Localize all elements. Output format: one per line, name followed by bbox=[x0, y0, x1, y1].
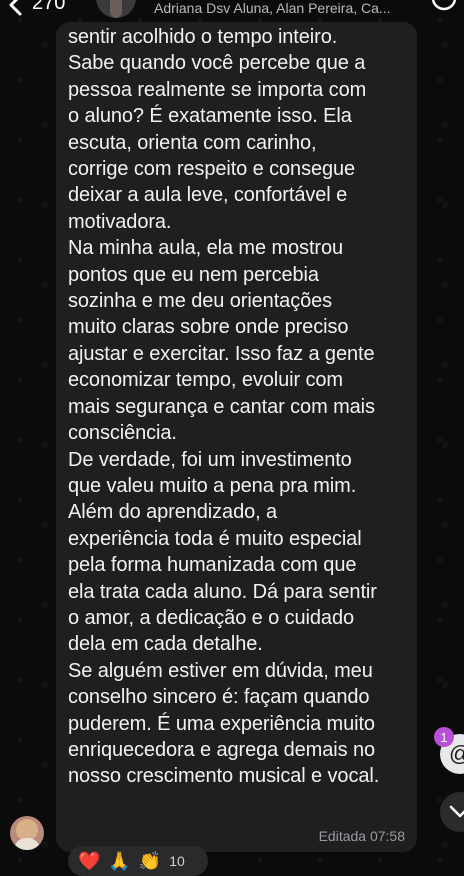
reaction-clap: 👏 bbox=[138, 850, 162, 871]
reaction-heart: ❤️ bbox=[78, 850, 101, 871]
call-icon[interactable] bbox=[430, 0, 458, 14]
message-text: sentir acolhido o tempo inteiro. Sabe qu… bbox=[68, 26, 380, 788]
reactions-bar[interactable]: ❤️ 🙏 👏 10 bbox=[68, 846, 208, 876]
message-edited-time: Editada 07:58 bbox=[318, 828, 405, 844]
reaction-pray: 🙏 bbox=[108, 850, 131, 871]
chevron-left-icon[interactable] bbox=[6, 0, 28, 16]
group-avatar[interactable] bbox=[96, 0, 136, 18]
chevron-down-icon bbox=[449, 805, 464, 818]
reaction-count: 10 bbox=[169, 853, 185, 869]
chat-header: 270 Adriana Dsv Aluna, Alan Pereira, Ca.… bbox=[0, 0, 464, 20]
sender-avatar[interactable] bbox=[10, 816, 44, 850]
message-bubble[interactable]: sentir acolhido o tempo inteiro. Sabe qu… bbox=[56, 22, 417, 852]
group-members-subtitle[interactable]: Adriana Dsv Aluna, Alan Pereira, Ca... bbox=[154, 0, 391, 16]
at-icon: @ bbox=[449, 741, 464, 767]
mention-count-badge: 1 bbox=[434, 727, 454, 747]
unread-count[interactable]: 270 bbox=[32, 0, 65, 15]
